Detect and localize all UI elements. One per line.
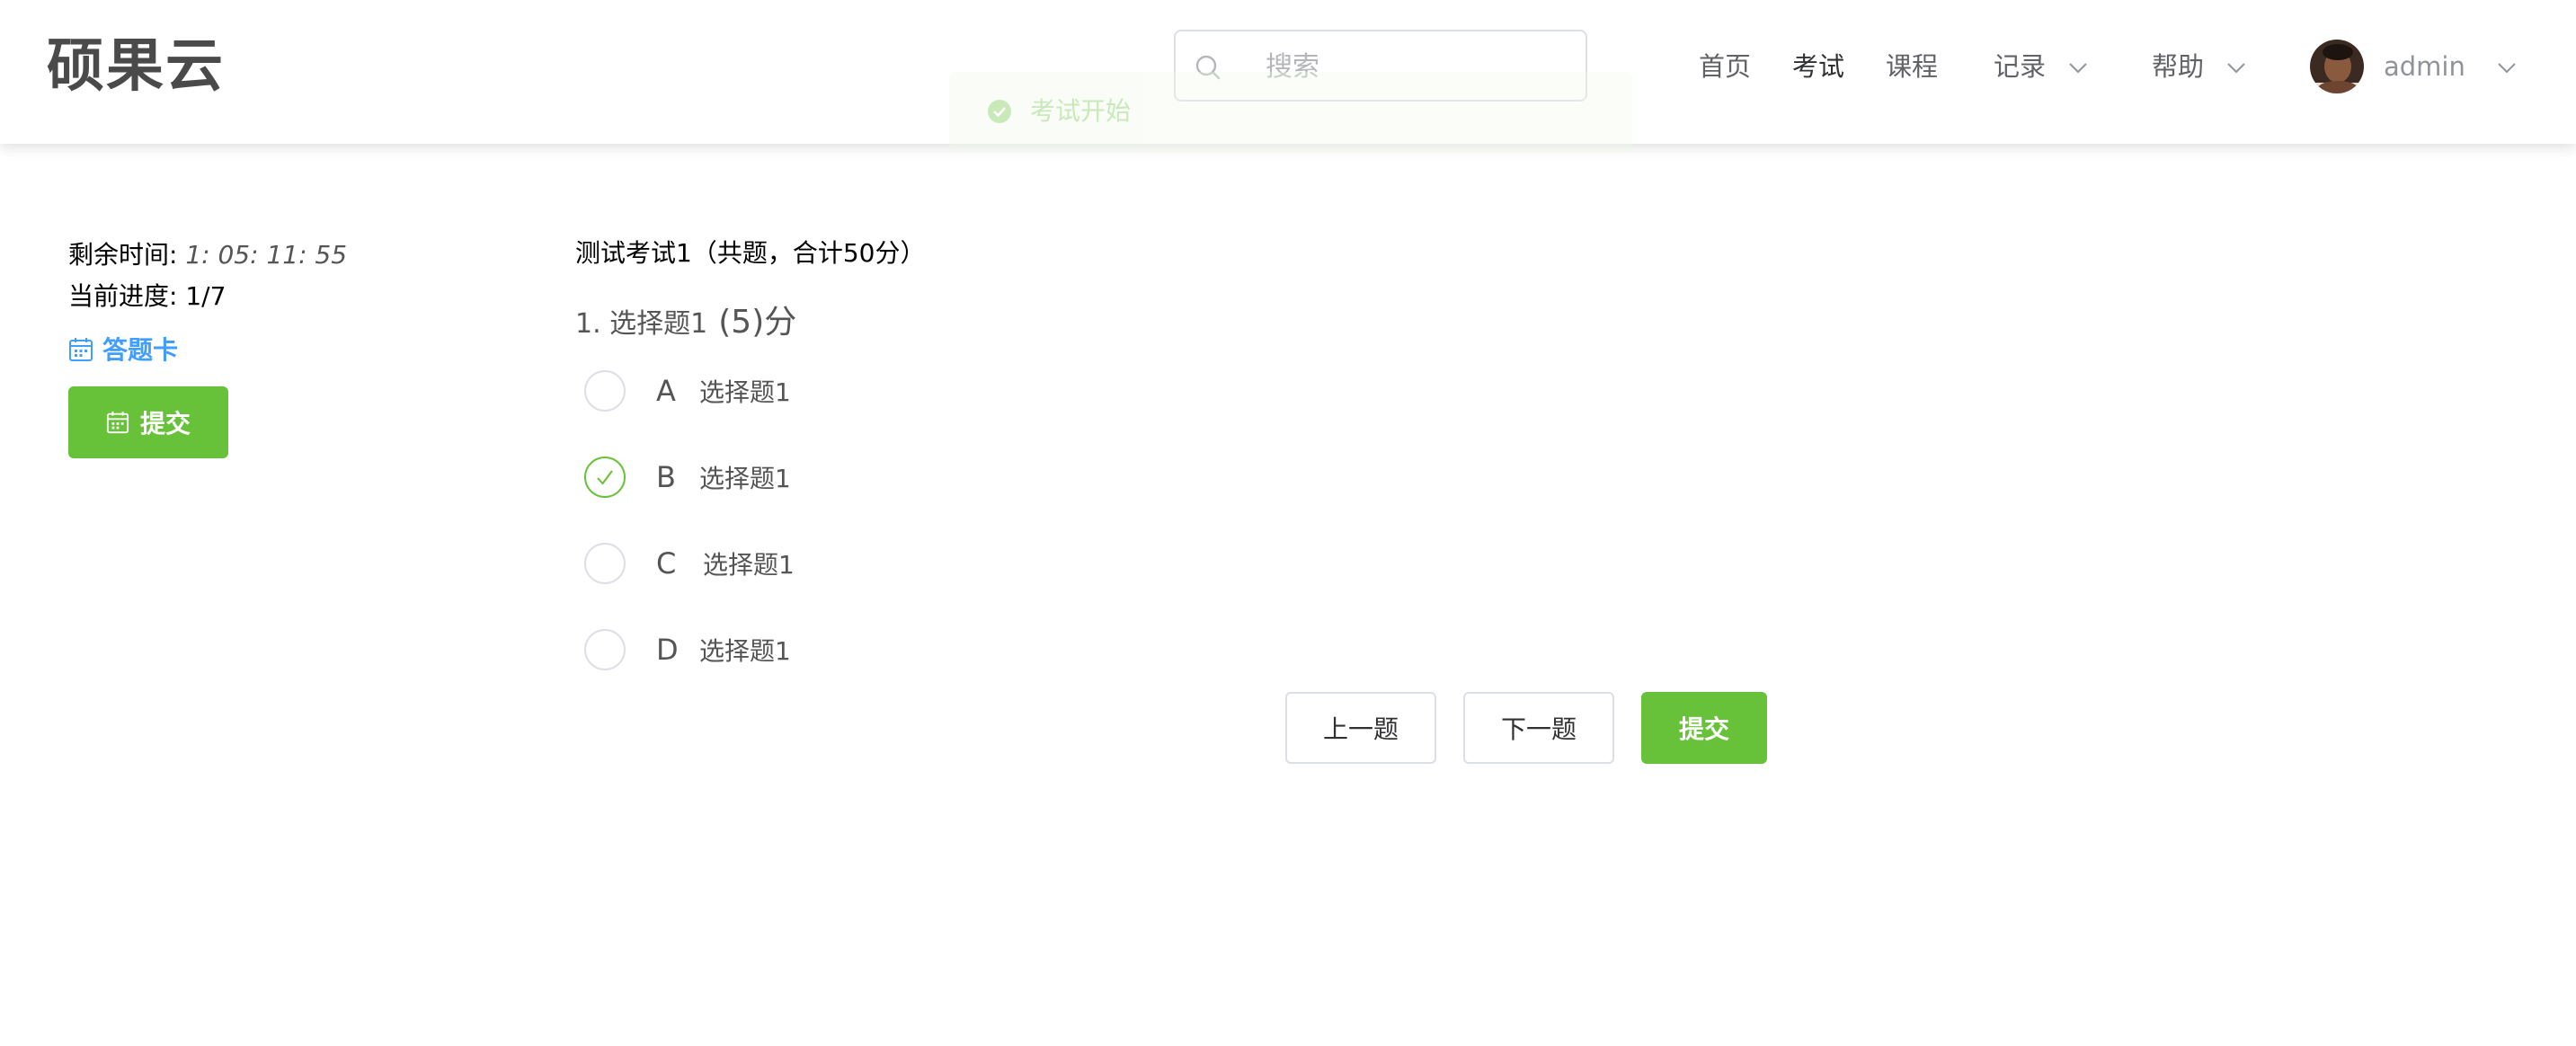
option-d[interactable]: D 选择题1 <box>584 627 944 672</box>
option-a[interactable]: A 选择题1 <box>584 368 944 413</box>
submit-exam-label: 提交 <box>1678 714 1729 744</box>
chevron-down-icon <box>2227 63 2245 74</box>
option-letter: C <box>656 546 677 581</box>
nav-home-label: 首页 <box>1699 51 1752 82</box>
check-circle-icon <box>988 100 1011 123</box>
nav-course[interactable]: 课程 <box>1886 47 1938 86</box>
exam-title: 测试考试1（共题，合计50分） <box>575 238 926 268</box>
chevron-down-icon <box>2498 63 2516 74</box>
remaining-time-value: 1: 05: 11: 55 <box>185 240 348 270</box>
side-submit-button[interactable]: 提交 <box>68 386 228 458</box>
chevron-down-icon <box>2069 63 2087 74</box>
remaining-time: 剩余时间: 1: 05: 11: 55 <box>68 237 347 273</box>
toast-message: 考试开始 <box>1030 96 1132 126</box>
site-logo[interactable]: 硕果云 <box>47 34 225 99</box>
nav-exam[interactable]: 考试 <box>1792 47 1844 86</box>
option-a-radio[interactable] <box>584 370 626 412</box>
calendar-icon <box>69 338 93 361</box>
answer-card-link[interactable]: 答题卡 <box>68 332 178 368</box>
option-b[interactable]: B 选择题1 <box>584 455 944 500</box>
option-text: 选择题1 <box>699 377 791 407</box>
option-text: 选择题1 <box>699 636 791 666</box>
prev-question-button[interactable]: 上一题 <box>1285 692 1436 764</box>
question-score: (5)分 <box>718 304 797 341</box>
option-letter: A <box>656 374 676 408</box>
question-title: 1. 选择题1 (5)分 <box>575 302 796 345</box>
checkmark-icon <box>597 470 613 485</box>
prev-question-label: 上一题 <box>1322 714 1399 744</box>
question-number-title: 1. 选择题1 <box>575 308 708 340</box>
answer-card-label: 答题卡 <box>102 335 179 365</box>
nav-help-label: 帮助 <box>2152 51 2205 82</box>
user-avatar[interactable] <box>2310 40 2364 93</box>
option-b-radio[interactable] <box>584 457 626 498</box>
nav-home[interactable]: 首页 <box>1699 47 1751 86</box>
submit-exam-button[interactable]: 提交 <box>1641 692 1767 764</box>
side-submit-label: 提交 <box>139 409 191 439</box>
option-c[interactable]: C 选择题1 <box>584 541 944 586</box>
current-progress: 当前进度: 1/7 <box>68 279 226 315</box>
next-question-label: 下一题 <box>1500 714 1577 744</box>
progress-label: 当前进度: <box>68 281 178 311</box>
nav-help-dropdown[interactable]: 帮助 <box>2152 47 2246 86</box>
success-toast: 考试开始 <box>949 72 1632 153</box>
nav-records-label: 记录 <box>1994 51 2047 82</box>
calendar-icon <box>106 411 129 434</box>
option-letter: D <box>656 633 679 667</box>
nav-course-label: 课程 <box>1886 51 1939 82</box>
progress-value: 1/7 <box>185 281 227 311</box>
option-d-radio[interactable] <box>584 629 626 670</box>
nav-records-dropdown[interactable]: 记录 <box>1994 47 2088 86</box>
option-text: 选择题1 <box>703 550 795 580</box>
user-menu[interactable]: admin <box>2384 47 2517 86</box>
next-question-button[interactable]: 下一题 <box>1463 692 1614 764</box>
avatar-image <box>2310 40 2364 93</box>
remaining-time-label: 剩余时间: <box>68 240 178 270</box>
nav-exam-label: 考试 <box>1792 51 1845 82</box>
option-letter: B <box>656 460 676 494</box>
option-c-radio[interactable] <box>584 543 626 584</box>
user-name-label: admin <box>2384 51 2465 82</box>
option-text: 选择题1 <box>699 464 791 493</box>
